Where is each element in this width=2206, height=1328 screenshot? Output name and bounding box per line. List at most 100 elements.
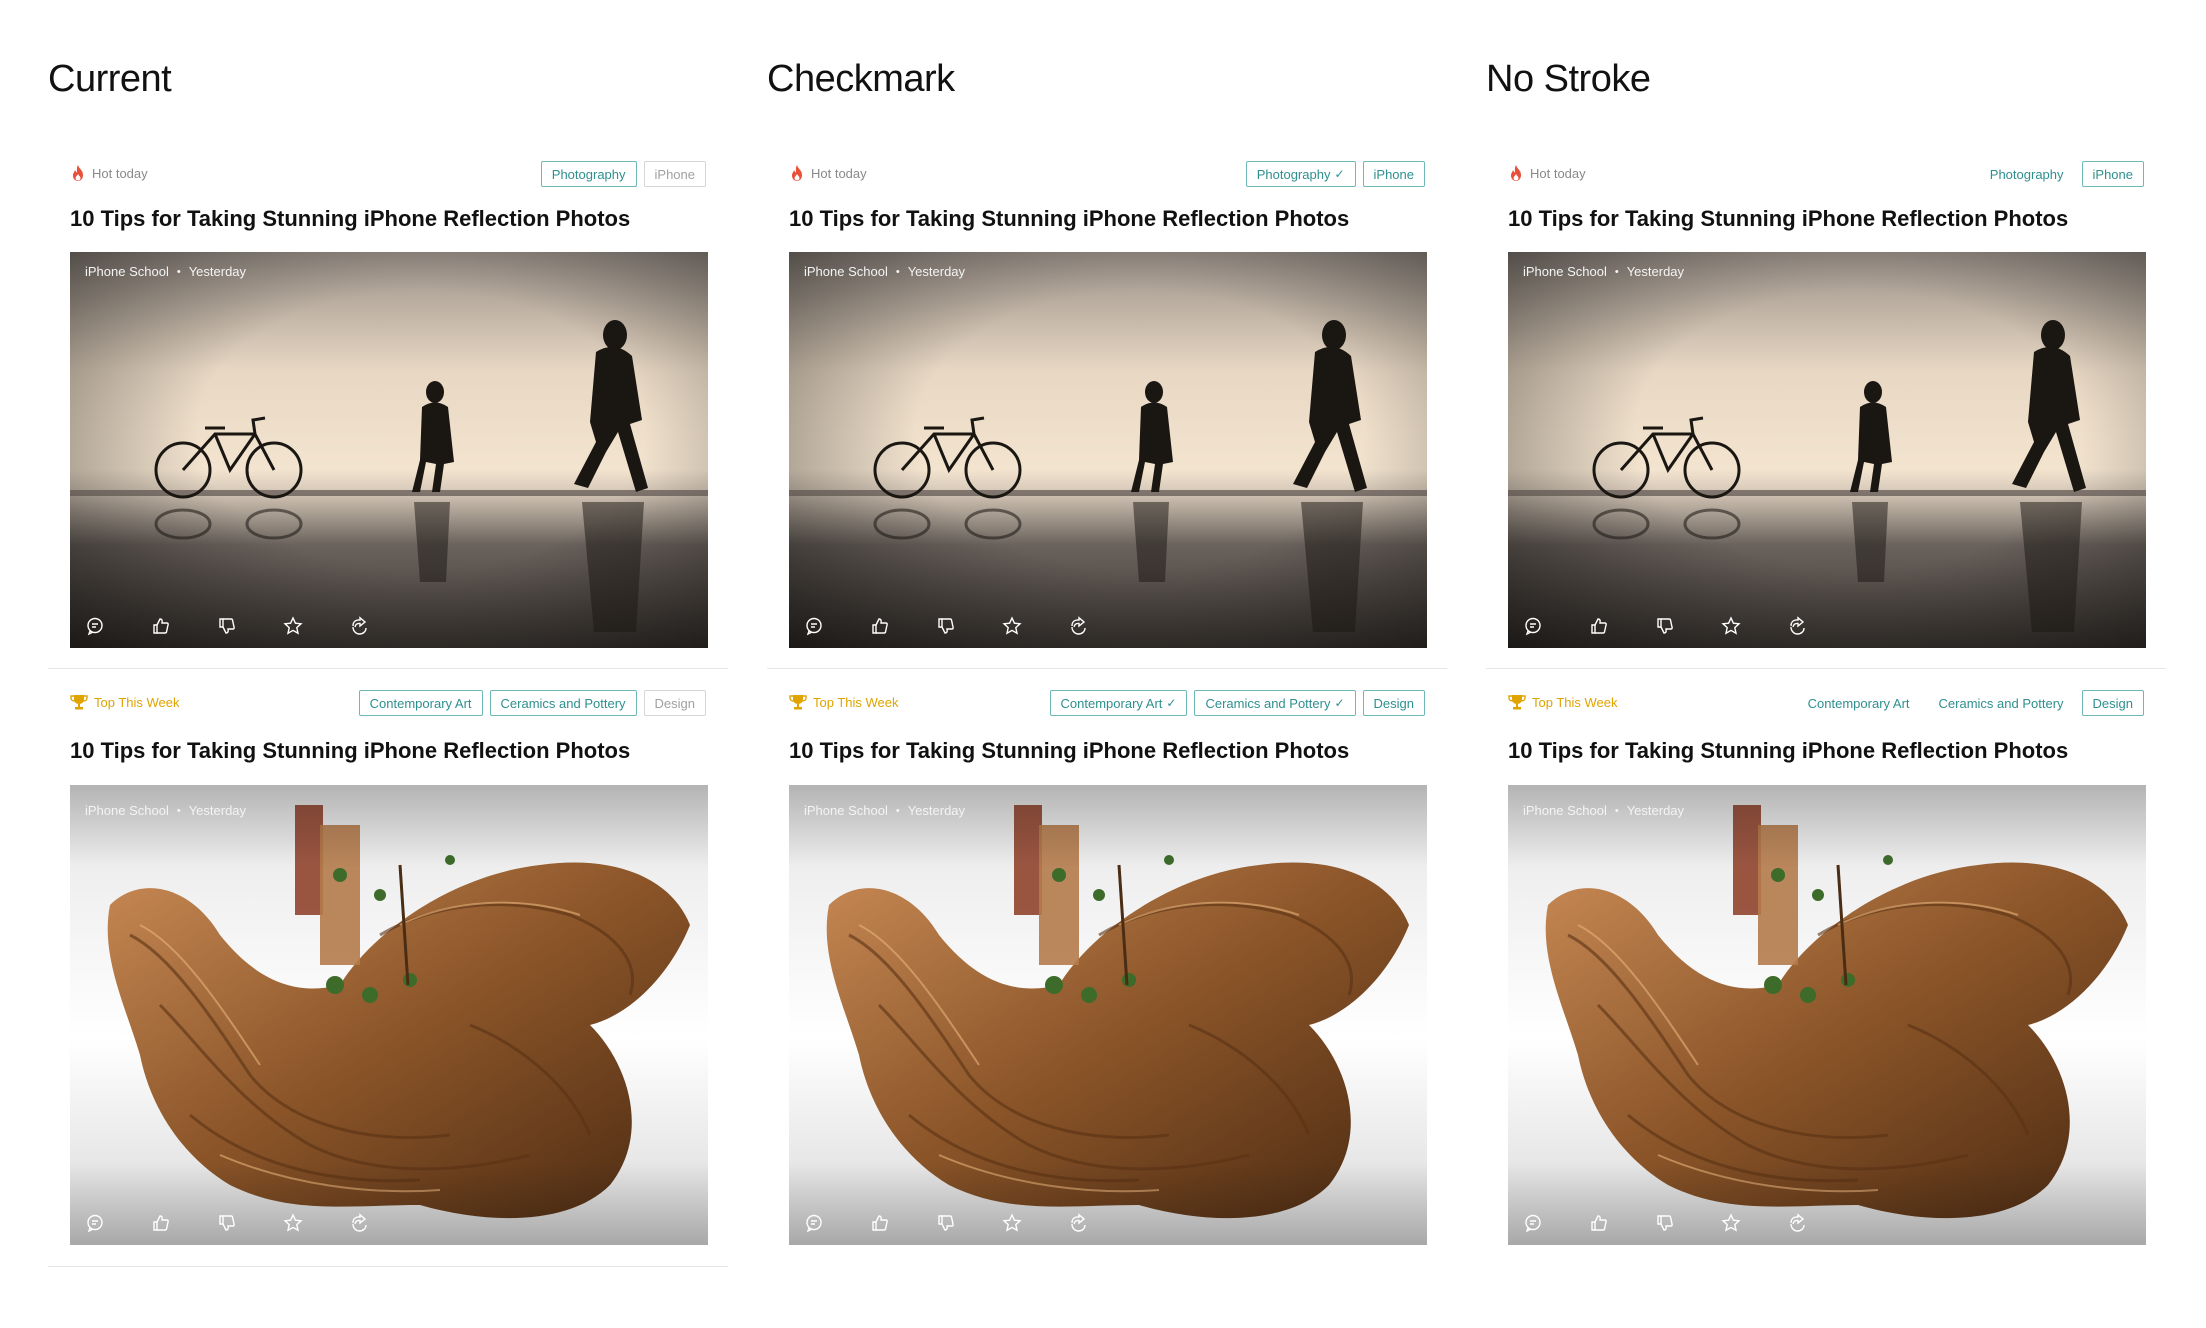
thumbs-down-icon[interactable] [217,616,237,636]
flame-icon [789,164,805,182]
tag-design[interactable]: Design [643,690,706,716]
top-this-week-badge: Top This Week [789,694,899,710]
star-icon[interactable] [283,1213,303,1233]
star-icon[interactable] [1002,1213,1022,1233]
share-icon[interactable] [349,616,369,636]
byline: iPhone School • Yesterday [804,803,966,818]
hot-today-badge: Hot today [1508,164,1586,182]
tag-contemporary-art[interactable]: Contemporary Art ✓ [1049,690,1188,716]
share-icon[interactable] [349,1213,369,1233]
tag-group: Photography iPhone [540,161,706,187]
flame-icon [1508,164,1524,182]
byline-source: iPhone School [804,803,888,818]
article-headline[interactable]: 10 Tips for Taking Stunning iPhone Refle… [789,738,1349,764]
thumbs-up-icon[interactable] [151,1213,171,1233]
article-photo[interactable]: iPhone School • Yesterday [1508,252,2146,648]
star-icon[interactable] [1721,616,1741,636]
comment-icon[interactable] [85,616,105,636]
share-icon[interactable] [1787,1213,1807,1233]
flame-icon [70,164,86,182]
byline-time: Yesterday [1626,803,1685,818]
article-headline[interactable]: 10 Tips for Taking Stunning iPhone Refle… [70,738,630,764]
action-bar [804,616,1088,636]
thumbs-up-icon[interactable] [1589,1213,1609,1233]
tag-ceramics-and-pottery[interactable]: Ceramics and Pottery ✓ [1194,690,1356,716]
action-bar [1523,1213,1807,1233]
action-bar [804,1213,1088,1233]
tag-design[interactable]: Design [1362,690,1425,716]
hot-today-badge: Hot today [789,164,867,182]
article-photo[interactable]: iPhone School • Yesterday [789,252,1427,648]
trophy-icon [70,694,88,710]
thumbs-up-icon[interactable] [1589,616,1609,636]
thumbs-up-icon[interactable] [870,616,890,636]
hot-today-badge: Hot today [70,164,148,182]
article-headline[interactable]: 10 Tips for Taking Stunning iPhone Refle… [1508,738,2068,764]
tag-iphone[interactable]: iPhone [643,161,706,187]
tag-iphone[interactable]: iPhone [1362,161,1425,187]
badge-label: Hot today [1530,165,1586,181]
card-divider [1486,668,2166,669]
tag-photography[interactable]: Photography [1979,161,2075,187]
tag-iphone[interactable]: iPhone [2081,161,2144,187]
card-divider [767,668,1447,669]
thumbs-down-icon[interactable] [936,616,956,636]
checkmark-icon: ✓ [1334,696,1345,710]
thumbs-up-icon[interactable] [870,1213,890,1233]
star-icon[interactable] [1721,1213,1741,1233]
tag-ceramics-and-pottery[interactable]: Ceramics and Pottery [1928,690,2075,716]
article-headline[interactable]: 10 Tips for Taking Stunning iPhone Refle… [70,206,630,232]
article-photo[interactable]: iPhone School • Yesterday [1508,785,2146,1245]
byline-source: iPhone School [85,264,169,279]
share-icon[interactable] [1068,1213,1088,1233]
top-this-week-badge: Top This Week [70,694,180,710]
article-photo[interactable]: iPhone School • Yesterday [789,785,1427,1245]
share-icon[interactable] [1787,616,1807,636]
badge-label: Top This Week [1532,694,1618,710]
column-current: Current Hot today Photography iPhone 10 … [48,0,728,1328]
column-checkmark: Checkmark Hot today Photography ✓ iPhone … [767,0,1447,1328]
badge-label: Top This Week [813,694,899,710]
tag-photography[interactable]: Photography [540,161,637,187]
action-bar [85,1213,369,1233]
badge-label: Hot today [92,165,148,181]
byline: iPhone School • Yesterday [85,803,247,818]
article-photo[interactable]: iPhone School • Yesterday [70,785,708,1245]
column-title: No Stroke [1486,58,1651,100]
checkmark-icon: ✓ [1334,167,1345,181]
thumbs-down-icon[interactable] [1655,616,1675,636]
star-icon[interactable] [1002,616,1022,636]
comment-icon[interactable] [804,616,824,636]
thumbs-down-icon[interactable] [1655,1213,1675,1233]
article-photo[interactable]: iPhone School • Yesterday [70,252,708,648]
tag-ceramics-and-pottery[interactable]: Ceramics and Pottery [489,690,637,716]
tag-contemporary-art[interactable]: Contemporary Art [1797,690,1921,716]
trophy-icon [789,694,807,710]
byline: iPhone School • Yesterday [1523,803,1685,818]
star-icon[interactable] [283,616,303,636]
share-icon[interactable] [1068,616,1088,636]
tag-design[interactable]: Design [2081,690,2144,716]
tag-group: Contemporary Art Ceramics and Pottery De… [1797,690,2144,716]
checkmark-icon: ✓ [1166,696,1177,710]
byline-source: iPhone School [804,264,888,279]
comment-icon[interactable] [1523,616,1543,636]
article-headline[interactable]: 10 Tips for Taking Stunning iPhone Refle… [1508,206,2068,232]
badge-label: Hot today [811,165,867,181]
comment-icon[interactable] [804,1213,824,1233]
tag-photography[interactable]: Photography ✓ [1245,161,1356,187]
byline-time: Yesterday [1626,264,1685,279]
byline: iPhone School • Yesterday [804,264,966,279]
thumbs-up-icon[interactable] [151,616,171,636]
article-headline[interactable]: 10 Tips for Taking Stunning iPhone Refle… [789,206,1349,232]
tag-group: Photography iPhone [1979,161,2144,187]
card-divider [48,1266,728,1267]
comment-icon[interactable] [85,1213,105,1233]
trophy-icon [1508,694,1526,710]
tag-group: Contemporary Art Ceramics and Pottery De… [358,690,706,716]
tag-contemporary-art[interactable]: Contemporary Art [358,690,483,716]
comment-icon[interactable] [1523,1213,1543,1233]
thumbs-down-icon[interactable] [936,1213,956,1233]
thumbs-down-icon[interactable] [217,1213,237,1233]
badge-label: Top This Week [94,694,180,710]
